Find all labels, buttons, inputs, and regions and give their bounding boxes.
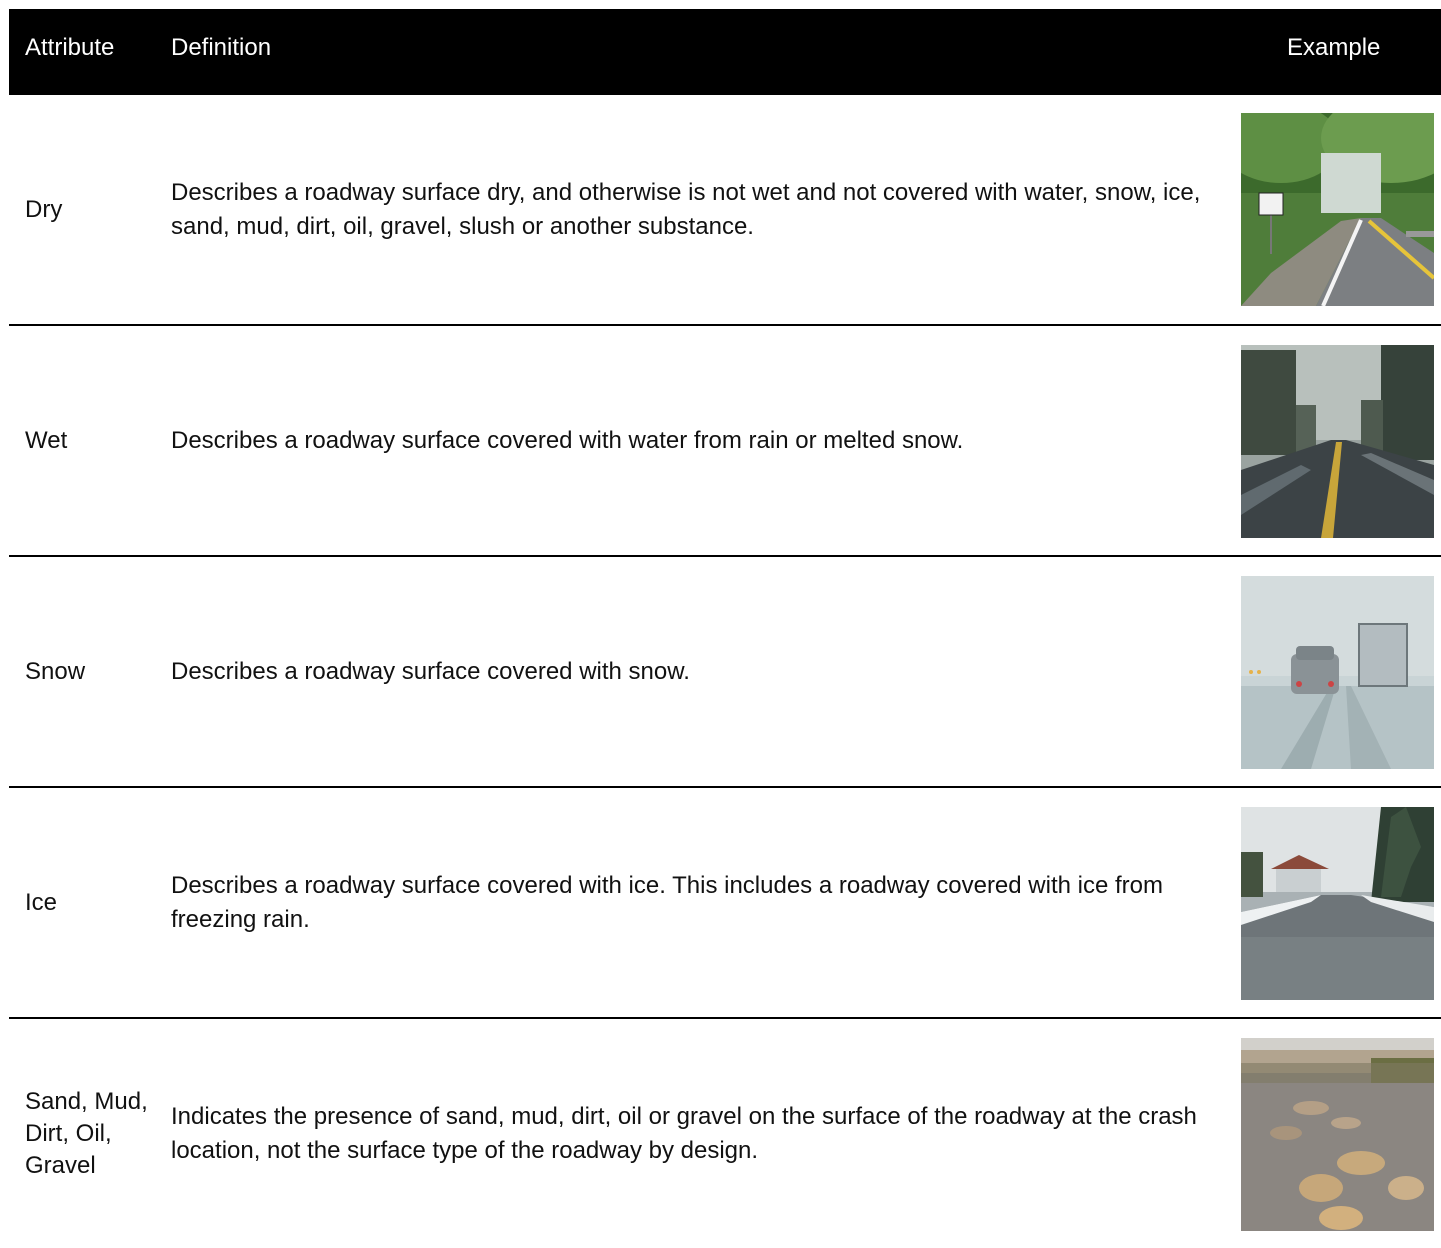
road-surface-table: Attribute Definition Example Dry Describ… [9,9,1441,1248]
header-definition: Definition [171,34,272,61]
definition-cell: Describes a roadway surface covered with… [171,871,1163,933]
table-row: Dry Describes a roadway surface dry, and… [9,95,1441,326]
ice-road-photo [1241,807,1434,1000]
attribute-cell: Dry [25,195,63,223]
dry-road-photo [1241,113,1434,306]
attribute-cell: Ice [25,888,58,916]
attribute-cell: Sand, Mud, Dirt, Oil, Gravel [25,1087,148,1179]
wet-road-photo [1241,345,1434,538]
header-attribute: Attribute [25,34,115,61]
table-header: Attribute Definition Example [9,9,1441,95]
gravel-road-photo [1241,1038,1434,1231]
table-row: Wet Describes a roadway surface covered … [9,326,1441,557]
attribute-cell: Wet [25,426,68,454]
definition-cell: Indicates the presence of sand, mud, dir… [171,1102,1197,1164]
snow-road-photo [1241,576,1434,769]
table-row: Ice Describes a roadway surface covered … [9,788,1441,1019]
table-row: Snow Describes a roadway surface covered… [9,557,1441,788]
definition-cell: Describes a roadway surface covered with… [171,426,964,454]
table-row: Sand, Mud, Dirt, Oil, Gravel Indicates t… [9,1019,1441,1248]
attribute-cell: Snow [25,657,86,685]
definition-cell: Describes a roadway surface dry, and oth… [171,178,1201,240]
header-example: Example [1287,34,1381,61]
definition-cell: Describes a roadway surface covered with… [171,657,690,685]
